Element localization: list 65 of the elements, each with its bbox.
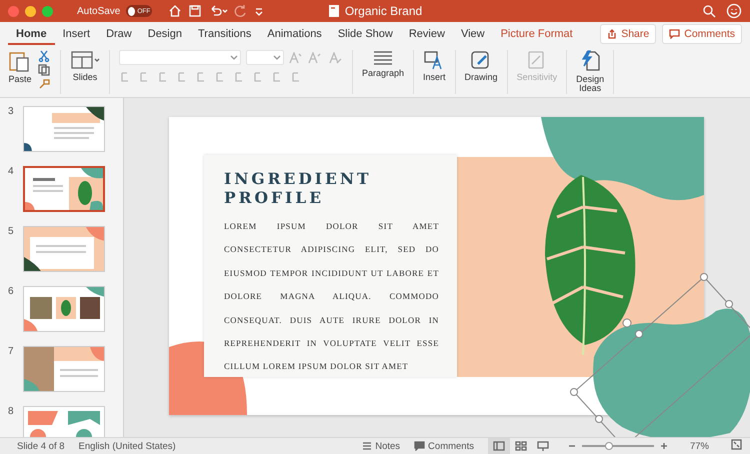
save-icon [188, 4, 202, 18]
ribbon-tab[interactable]: Review [400, 24, 453, 44]
slide-body-text: LOREM IPSUM DOLOR SIT AMET CONSECTETUR ADIPISCING ELIT, SED DO EIUSMOD TEMPOR INCIDIDUNT UT LABORE ET DOLORE MAGNA ALIQUA. COMMODO CONSEQUAT. DUIS AUTE IRURE DOLOR IN REPREHENDERIT IN VOLUPTATE VELIT ESSE CILLUM LOREM IPSUM DOLOR SIT AMET [224, 220, 439, 374]
slide-number: 7 [8, 346, 15, 357]
decrease-font-icon [308, 52, 322, 64]
copy-icon [38, 64, 52, 76]
comments-button[interactable]: Comments [662, 24, 742, 44]
slide-count: Slide 4 of 8 [17, 440, 65, 452]
ribbon-group-button[interactable]: Paragraph [353, 50, 414, 94]
home-icon [168, 4, 182, 18]
zoom-button[interactable] [42, 6, 53, 16]
search-icon [702, 4, 716, 18]
ribbon-group-button[interactable]: Design Ideas [567, 50, 614, 94]
slide-title: INGREDIENT PROFILE [224, 169, 373, 207]
ribbon-tab[interactable]: Picture Format [492, 24, 581, 44]
presenter-icon [536, 441, 549, 451]
ribbon-tab[interactable]: Transitions [190, 24, 260, 44]
ribbon-tab[interactable]: Insert [54, 24, 98, 44]
zoom-in-icon [660, 442, 668, 450]
slide-layout-icon [70, 50, 100, 70]
ribbon-group-button[interactable]: Insert [414, 50, 456, 94]
slide-thumbnail[interactable] [23, 166, 105, 212]
language-label[interactable]: English (United States) [78, 440, 176, 452]
notes-button[interactable]: Notes [362, 440, 400, 452]
design-ideas-icon [579, 50, 602, 72]
grid-icon [514, 441, 527, 451]
ribbon-tab[interactable]: View [452, 24, 493, 44]
font-name-field[interactable] [119, 50, 241, 65]
zoom-percentage[interactable]: 77% [690, 440, 709, 452]
share-icon [607, 29, 618, 39]
document-title: Organic Brand [344, 4, 422, 18]
zoom-slider-thumb[interactable] [605, 442, 614, 450]
paragraph-icon [372, 50, 394, 66]
document-icon [328, 4, 340, 18]
cut-icon [38, 50, 50, 62]
comment-icon [669, 29, 680, 39]
redo-icon [234, 4, 248, 18]
format-painter-icon [38, 78, 50, 90]
ribbon-tab[interactable]: Slide Show [330, 24, 401, 44]
normal-view-button[interactable] [488, 438, 510, 454]
clear-formatting-icon [327, 52, 343, 64]
comments-status-button[interactable]: Comments [414, 440, 474, 452]
slide-number: 3 [8, 106, 15, 117]
selected-blob-shape[interactable] [593, 308, 750, 437]
fit-to-window-icon [731, 439, 742, 450]
ribbon-group-button[interactable]: Drawing [456, 50, 508, 94]
slide-number: 4 [8, 166, 15, 177]
selection-frame[interactable] [570, 273, 750, 437]
notes-icon [362, 441, 372, 451]
ribbon-tab[interactable]: Animations [259, 24, 330, 44]
ribbon-tab[interactable]: Draw [98, 24, 140, 44]
smiley-icon [726, 3, 742, 19]
slide-number: 5 [8, 226, 15, 237]
slide-number: 8 [8, 406, 15, 417]
font-size-field[interactable] [246, 50, 284, 65]
autosave-label: AutoSave [77, 6, 120, 16]
share-button[interactable]: Share [600, 24, 656, 44]
minimize-button[interactable] [25, 6, 36, 16]
increase-font-icon [289, 52, 303, 64]
ribbon-tab[interactable]: Design [140, 24, 190, 44]
comment-icon [414, 441, 426, 451]
normal-view-icon [492, 441, 505, 451]
paste-button[interactable]: Paste [6, 50, 34, 94]
slides-button[interactable]: Slides [61, 50, 110, 94]
slide-number: 6 [8, 286, 15, 297]
